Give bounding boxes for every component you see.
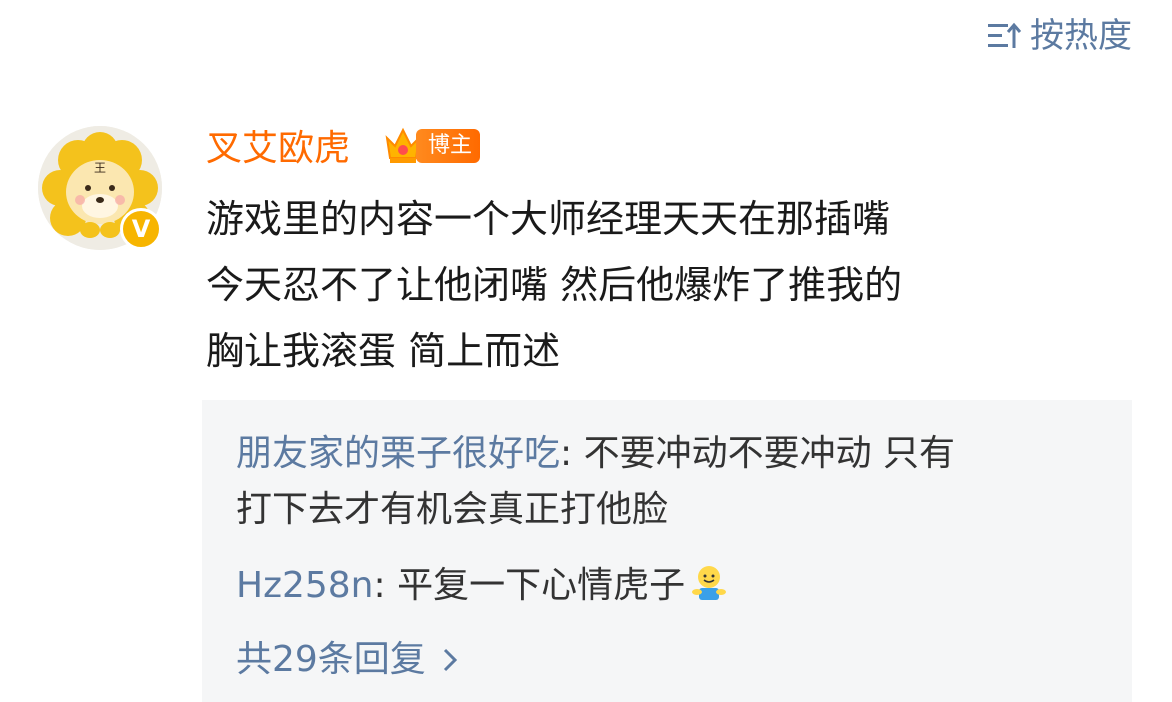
sort-by-hot-button[interactable]: 按热度: [986, 14, 1132, 58]
reply-author-link[interactable]: 朋友家的栗子很好吃: [236, 433, 560, 474]
svg-text:王: 王: [94, 161, 106, 175]
sort-icon: [988, 22, 1022, 48]
sort-label: 按热度: [1030, 16, 1132, 56]
reply-text: : 不要冲动不要冲动 只有: [560, 433, 956, 474]
comment-line: 游戏里的内容一个大师经理天天在那插嘴: [206, 197, 891, 241]
reply-line: 打下去才有机会真正打他脸: [236, 489, 669, 530]
view-all-replies-link[interactable]: 共29条回复: [236, 634, 460, 686]
reply-item[interactable]: 朋友家的栗子很好吃: 不要冲动不要冲动 只有 打下去才有机会真正打他脸: [236, 426, 1102, 538]
blogger-badge: 博主: [384, 124, 481, 168]
reply-text: : 平复一下心情虎子: [373, 565, 686, 606]
avatar[interactable]: 王 V: [38, 126, 162, 250]
reply-line: Hz258n: 平复一下心情虎子: [236, 558, 1102, 614]
reply-line: 朋友家的栗子很好吃: 不要冲动不要冲动 只有: [236, 426, 1102, 482]
verified-v-icon: V: [120, 208, 162, 250]
comment-line: 胸让我滚蛋 简上而述: [206, 329, 561, 373]
verified-badge-text: V: [131, 215, 151, 243]
reply-item[interactable]: Hz258n: 平复一下心情虎子: [236, 558, 1102, 614]
username-link[interactable]: 叉艾欧虎: [206, 126, 350, 172]
hug-emoji: [692, 566, 727, 600]
comment-page: 按热度 王 V 叉艾欧虎 博主 游戏里的内容一个大师经理天天在那插嘴 今天忍不了…: [0, 0, 1172, 702]
chevron-right-icon: [443, 648, 457, 672]
comment-line: 今天忍不了让他闭嘴 然后他爆炸了推我的: [206, 263, 903, 307]
comment-text: 游戏里的内容一个大师经理天天在那插嘴 今天忍不了让他闭嘴 然后他爆炸了推我的 胸…: [206, 186, 1116, 384]
replies-box: 朋友家的栗子很好吃: 不要冲动不要冲动 只有 打下去才有机会真正打他脸 Hz25…: [202, 400, 1132, 702]
blogger-badge-label: 博主: [416, 129, 481, 163]
reply-author-link[interactable]: Hz258n: [236, 565, 374, 606]
view-all-replies-label: 共29条回复: [236, 639, 426, 680]
